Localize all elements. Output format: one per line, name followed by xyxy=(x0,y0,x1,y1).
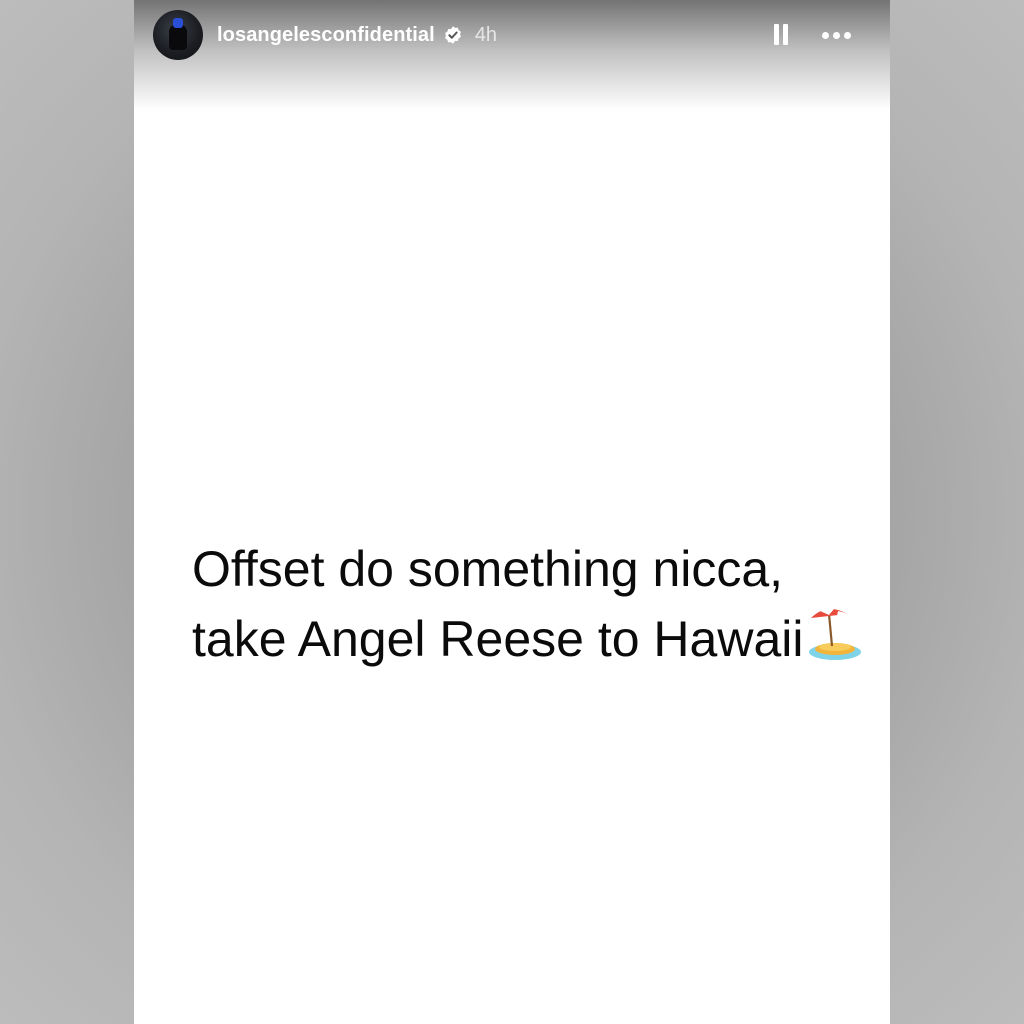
story-card[interactable]: losangelesconfidential 4h Offset do some… xyxy=(134,0,890,1024)
more-options-icon[interactable] xyxy=(816,21,856,49)
verified-badge-icon xyxy=(444,26,461,44)
story-text: Offset do something nicca, take Angel Re… xyxy=(192,536,872,672)
beach-with-umbrella-icon xyxy=(809,607,862,660)
more-dot xyxy=(843,31,851,39)
more-dot xyxy=(832,31,840,39)
pause-bar-right xyxy=(783,24,788,45)
avatar-cap xyxy=(173,18,183,28)
username[interactable]: losangelesconfidential xyxy=(217,24,435,47)
story-timestamp: 4h xyxy=(474,23,498,46)
profile-avatar[interactable] xyxy=(153,10,203,60)
screen-background: losangelesconfidential 4h Offset do some… xyxy=(0,0,1024,1024)
story-text-content: Offset do something nicca, take Angel Re… xyxy=(192,541,804,667)
more-dot xyxy=(821,31,829,39)
pause-bar-left xyxy=(774,24,779,45)
story-user-info: losangelesconfidential 4h xyxy=(217,21,497,49)
pause-icon[interactable] xyxy=(768,21,794,49)
story-header: losangelesconfidential 4h xyxy=(134,0,890,110)
